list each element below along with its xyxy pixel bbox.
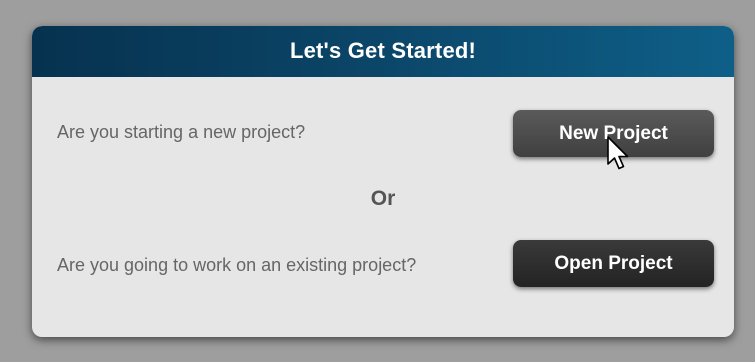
new-project-prompt: Are you starting a new project?	[57, 122, 306, 142]
app-background: Let's Get Started! Are you starting a ne…	[0, 0, 755, 362]
open-project-button[interactable]: Open Project	[513, 240, 714, 287]
pointer-arrow-icon	[607, 136, 629, 170]
or-separator: Or	[370, 187, 396, 210]
open-project-prompt: Are you going to work on an existing pro…	[57, 255, 417, 275]
dialog-title: Let's Get Started!	[289, 37, 477, 63]
get-started-dialog: Let's Get Started! Are you starting a ne…	[32, 26, 734, 337]
dialog-header: Let's Get Started!	[32, 26, 734, 77]
